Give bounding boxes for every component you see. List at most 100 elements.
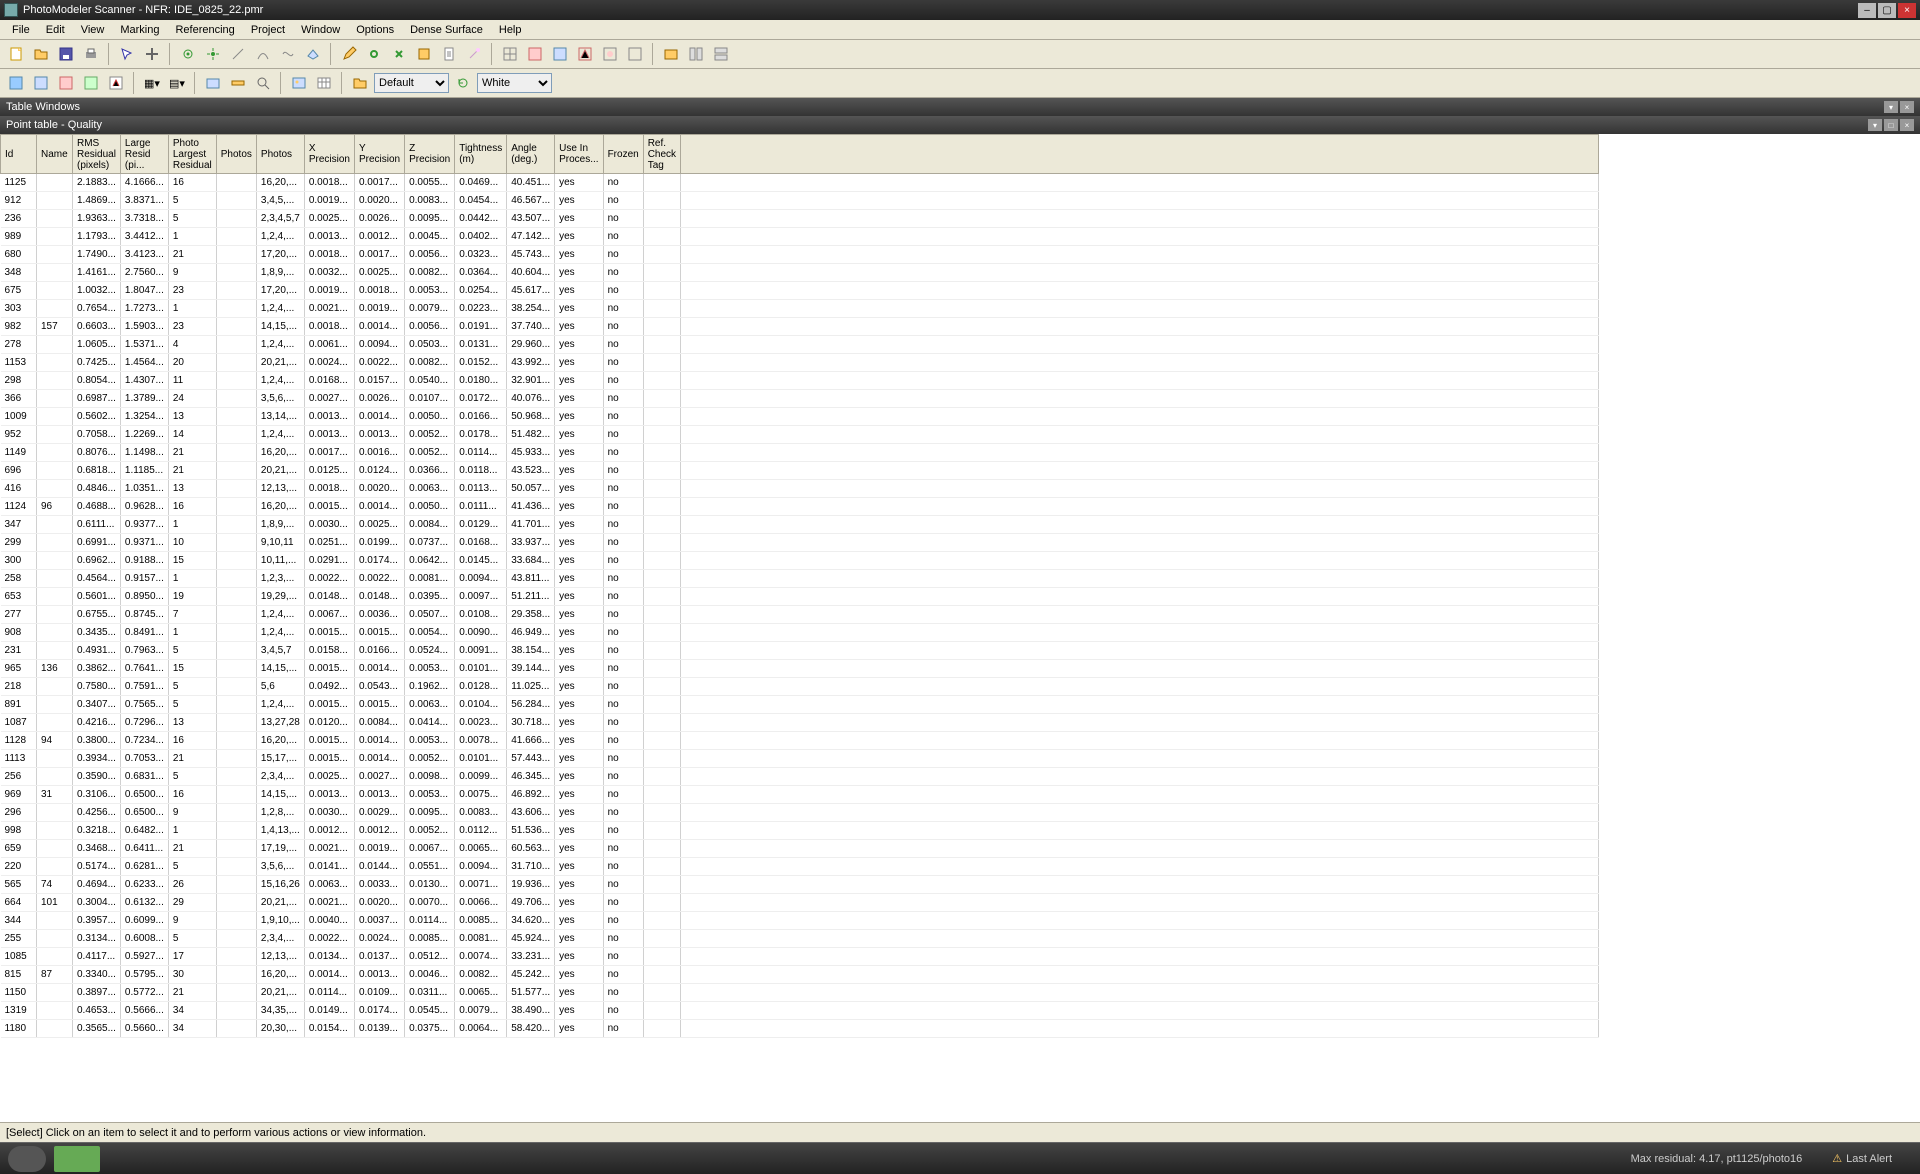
line-icon[interactable] xyxy=(227,43,249,65)
table-row[interactable]: 9891.1793...3.4412...11,2,4,...0.0013...… xyxy=(1,228,1599,246)
image-icon[interactable] xyxy=(288,72,310,94)
table-row[interactable]: 6801.7490...3.4123...2117,20,...0.0018..… xyxy=(1,246,1599,264)
table-row[interactable]: 10850.4117...0.5927...1712,13,...0.0134.… xyxy=(1,948,1599,966)
table-row[interactable]: 2361.9363...3.7318...52,3,4,5,70.0025...… xyxy=(1,210,1599,228)
table-row[interactable]: 9980.3218...0.6482...11,4,13,...0.0012..… xyxy=(1,822,1599,840)
table-row[interactable]: 2580.4564...0.9157...11,2,3,...0.0022...… xyxy=(1,570,1599,588)
table-row[interactable]: 11800.3565...0.5660...3420,30,...0.0154.… xyxy=(1,1020,1599,1038)
table-row[interactable]: 815870.3340...0.5795...3016,20,...0.0014… xyxy=(1,966,1599,984)
menu-view[interactable]: View xyxy=(73,22,113,38)
panel-pin-icon[interactable]: ▾ xyxy=(1884,101,1898,113)
menu-file[interactable]: File xyxy=(4,22,38,38)
gear-icon[interactable] xyxy=(177,43,199,65)
table-row[interactable]: 11252.1883...4.1666...1616,20,...0.0018.… xyxy=(1,174,1599,192)
table-icon[interactable] xyxy=(313,72,335,94)
view3-icon[interactable] xyxy=(55,72,77,94)
close-button[interactable]: × xyxy=(1898,3,1916,18)
ruler-icon[interactable] xyxy=(227,72,249,94)
last-alert-text[interactable]: Last Alert xyxy=(1846,1153,1892,1165)
table-row[interactable]: 2770.6755...0.8745...71,2,4,...0.0067...… xyxy=(1,606,1599,624)
table-row[interactable]: 3660.6987...1.3789...243,5,6,...0.0027..… xyxy=(1,390,1599,408)
table-row[interactable]: 11500.3897...0.5772...2120,21,...0.0114.… xyxy=(1,984,1599,1002)
table-row[interactable]: 2781.0605...1.5371...41,2,4,...0.0061...… xyxy=(1,336,1599,354)
view4-icon[interactable] xyxy=(80,72,102,94)
new-icon[interactable] xyxy=(5,43,27,65)
table-row[interactable]: 2990.6991...0.9371...109,10,110.0251...0… xyxy=(1,534,1599,552)
panel-close-icon[interactable]: × xyxy=(1900,101,1914,113)
process-icon[interactable] xyxy=(413,43,435,65)
table-row[interactable]: 2560.3590...0.6831...52,3,4,...0.0025...… xyxy=(1,768,1599,786)
table-row[interactable]: 6960.6818...1.1185...2120,21,...0.0125..… xyxy=(1,462,1599,480)
wand-icon[interactable] xyxy=(463,43,485,65)
table-row[interactable]: 9080.3435...0.8491...11,2,4,...0.0015...… xyxy=(1,624,1599,642)
table-row[interactable]: 13190.4653...0.5666...3434,35,...0.0149.… xyxy=(1,1002,1599,1020)
menu-marking[interactable]: Marking xyxy=(112,22,167,38)
menu-help[interactable]: Help xyxy=(491,22,530,38)
table-row[interactable]: 11490.8076...1.1498...2116,20,...0.0017.… xyxy=(1,444,1599,462)
panel-max-icon[interactable]: □ xyxy=(1884,119,1898,131)
unlink-icon[interactable] xyxy=(388,43,410,65)
grid4-icon[interactable] xyxy=(574,43,596,65)
select-icon[interactable] xyxy=(116,43,138,65)
target-icon[interactable] xyxy=(202,43,224,65)
edge-icon[interactable] xyxy=(277,43,299,65)
table-row[interactable]: 2180.7580...0.7591...55,60.0492...0.0543… xyxy=(1,678,1599,696)
table-row[interactable]: 9651360.3862...0.7641...1514,15,...0.001… xyxy=(1,660,1599,678)
table-row[interactable]: 2200.5174...0.6281...53,5,6,...0.0141...… xyxy=(1,858,1599,876)
zoom-icon[interactable] xyxy=(252,72,274,94)
alert-icon[interactable]: ⚠ xyxy=(1832,1152,1842,1165)
col-header[interactable]: Use In Proces... xyxy=(555,135,603,174)
menu-referencing[interactable]: Referencing xyxy=(167,22,242,38)
table-row[interactable]: 8910.3407...0.7565...51,2,4,...0.0015...… xyxy=(1,696,1599,714)
panel-x-icon[interactable]: × xyxy=(1900,119,1914,131)
col-header[interactable]: Photos xyxy=(256,135,304,174)
surface-icon[interactable] xyxy=(302,43,324,65)
col-header[interactable]: Z Precision xyxy=(405,135,455,174)
refresh-icon[interactable] xyxy=(452,72,474,94)
print-icon[interactable] xyxy=(80,43,102,65)
table-row[interactable]: 2980.8054...1.4307...111,2,4,...0.0168..… xyxy=(1,372,1599,390)
report-icon[interactable] xyxy=(438,43,460,65)
menu-edit[interactable]: Edit xyxy=(38,22,73,38)
minimize-button[interactable]: – xyxy=(1858,3,1876,18)
col-header[interactable]: Photo Largest Residual xyxy=(168,135,216,174)
table-row[interactable]: 10870.4216...0.7296...1313,27,280.0120..… xyxy=(1,714,1599,732)
maximize-button[interactable]: ▢ xyxy=(1878,3,1896,18)
table-row[interactable]: 2310.4931...0.7963...53,4,5,70.0158...0.… xyxy=(1,642,1599,660)
link-icon[interactable] xyxy=(363,43,385,65)
save-icon[interactable] xyxy=(55,43,77,65)
open-icon[interactable] xyxy=(30,43,52,65)
color-select[interactable]: White xyxy=(477,73,552,93)
col-header[interactable]: Tightness (m) xyxy=(455,135,507,174)
table-row[interactable]: 3470.6111...0.9377...11,8,9,...0.0030...… xyxy=(1,516,1599,534)
table-row[interactable]: 3481.4161...2.7560...91,8,9,...0.0032...… xyxy=(1,264,1599,282)
table-row[interactable]: 9520.7058...1.2269...141,2,4,...0.0013..… xyxy=(1,426,1599,444)
table-row[interactable]: 10090.5602...1.3254...1313,14,...0.0013.… xyxy=(1,408,1599,426)
grid3-icon[interactable] xyxy=(549,43,571,65)
photo-icon[interactable] xyxy=(202,72,224,94)
curve-icon[interactable] xyxy=(252,43,274,65)
col-header[interactable]: Frozen xyxy=(603,135,643,174)
edit-icon[interactable] xyxy=(338,43,360,65)
col-header[interactable]: RMS Residual (pixels) xyxy=(73,135,121,174)
table-row[interactable]: 11130.3934...0.7053...2115,17,...0.0015.… xyxy=(1,750,1599,768)
table-row[interactable]: 3030.7654...1.7273...11,2,4,...0.0021...… xyxy=(1,300,1599,318)
view2-icon[interactable] xyxy=(30,72,52,94)
col-header[interactable]: Id xyxy=(1,135,37,174)
menu-window[interactable]: Window xyxy=(293,22,348,38)
col-header[interactable]: Ref. Check Tag xyxy=(643,135,680,174)
table-row[interactable]: 3000.6962...0.9188...1510,11,...0.0291..… xyxy=(1,552,1599,570)
col-header[interactable]: X Precision xyxy=(304,135,354,174)
grid5-icon[interactable] xyxy=(599,43,621,65)
start-button[interactable] xyxy=(8,1146,46,1172)
col-header[interactable]: Y Precision xyxy=(354,135,404,174)
table-row[interactable]: 1128940.3800...0.7234...1616,20,...0.001… xyxy=(1,732,1599,750)
tile2-icon[interactable] xyxy=(710,43,732,65)
grid6-icon[interactable] xyxy=(624,43,646,65)
table-row[interactable]: 969310.3106...0.6500...1614,15,...0.0013… xyxy=(1,786,1599,804)
layout2-icon[interactable]: ▤▾ xyxy=(166,72,188,94)
table-row[interactable]: 9121.4869...3.8371...53,4,5,...0.0019...… xyxy=(1,192,1599,210)
table-row[interactable]: 11530.7425...1.4564...2020,21,...0.0024.… xyxy=(1,354,1599,372)
window-icon[interactable] xyxy=(660,43,682,65)
table-row[interactable]: 6590.3468...0.6411...2117,19,...0.0021..… xyxy=(1,840,1599,858)
